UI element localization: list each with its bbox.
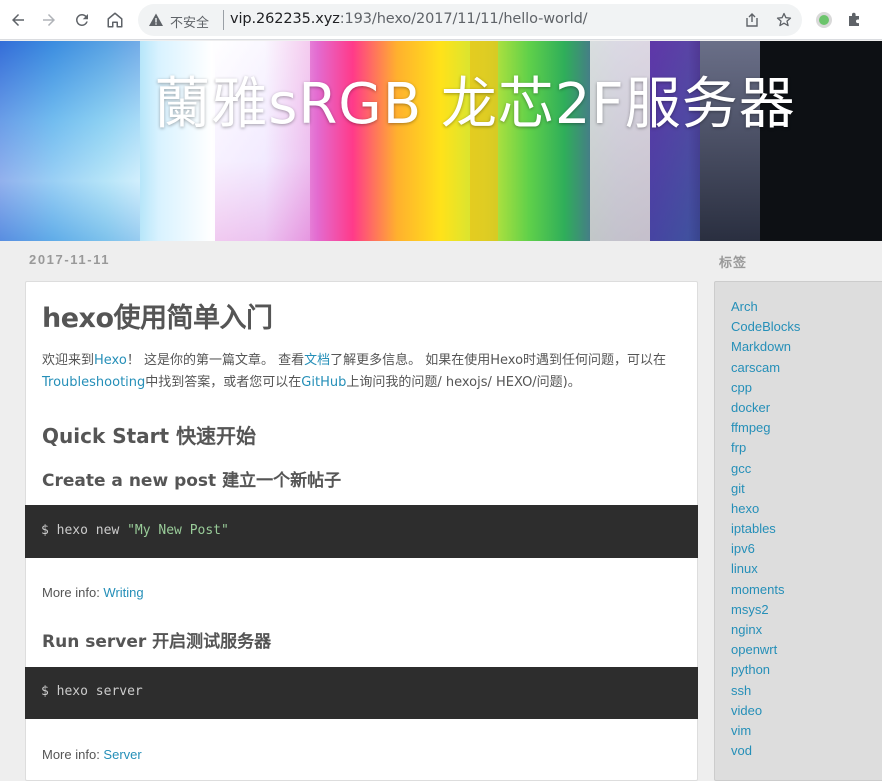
tag-link[interactable]: frp: [731, 440, 746, 455]
tag-link[interactable]: hexo: [731, 501, 759, 516]
tag-item: CodeBlocks: [731, 317, 800, 337]
reload-icon: [75, 13, 88, 26]
tag-link[interactable]: vim: [731, 723, 751, 738]
code-command: $ hexo new: [41, 523, 128, 538]
tag-link[interactable]: msys2: [731, 602, 769, 617]
tag-link[interactable]: Arch: [731, 299, 758, 314]
url-text[interactable]: vip.262235.xyz:193/hexo/2017/11/11/hello…: [230, 11, 588, 27]
heading-quick-start: Quick Start 快速开始: [42, 424, 257, 448]
intro-text: 中找到答案，或者您可以在: [145, 375, 302, 390]
hexo-link[interactable]: Hexo: [94, 353, 127, 368]
tag-link[interactable]: moments: [731, 582, 784, 597]
puzzle-extensions-icon[interactable]: [845, 10, 865, 30]
forward-button[interactable]: [37, 8, 61, 32]
browser-toolbar: 不安全 vip.262235.xyz:193/hexo/2017/11/11/h…: [0, 0, 882, 40]
share-icon[interactable]: [744, 12, 760, 28]
tag-item: hexo: [731, 499, 800, 519]
tag-item: video: [731, 701, 800, 721]
tag-item: Arch: [731, 297, 800, 317]
more-info-server: More info: Server: [42, 747, 142, 762]
tag-link[interactable]: ssh: [731, 683, 751, 698]
tag-item: vim: [731, 721, 800, 741]
post-date[interactable]: 2017-11-11: [29, 252, 110, 267]
site-header-banner: 蘭雅sRGB 龙芯2F服务器: [0, 41, 882, 241]
tag-link[interactable]: git: [731, 481, 745, 496]
tag-item: msys2: [731, 600, 800, 620]
server-link[interactable]: Server: [103, 747, 141, 762]
tag-link[interactable]: linux: [731, 561, 758, 576]
heading-run-server: Run server 开启测试服务器: [42, 632, 272, 652]
warning-icon: [149, 13, 163, 26]
tag-item: linux: [731, 559, 800, 579]
tag-link[interactable]: ipv6: [731, 541, 755, 556]
tag-link[interactable]: ffmpeg: [731, 420, 771, 435]
tag-link[interactable]: video: [731, 703, 762, 718]
code-string: "My New Post": [127, 523, 229, 538]
docs-link[interactable]: 文档: [304, 353, 330, 368]
post-intro: 欢迎来到Hexo！ 这是你的第一篇文章。 查看文档了解更多信息。 如果在使用He…: [42, 350, 687, 394]
bookmark-star-icon[interactable]: [776, 12, 792, 28]
post-title[interactable]: hexo使用简单入门: [42, 296, 273, 335]
intro-text: 了解更多信息。 如果在使用Hexo时遇到任何问题，可以在: [330, 353, 667, 368]
tag-item: ffmpeg: [731, 418, 800, 438]
home-icon: [107, 12, 123, 28]
post-article: hexo使用简单入门 欢迎来到Hexo！ 这是你的第一篇文章。 查看文档了解更多…: [25, 281, 698, 781]
tag-item: iptables: [731, 519, 800, 539]
tag-list-widget: Arch CodeBlocks Markdown carscam cpp docker ff…: [714, 281, 882, 781]
writing-link[interactable]: Writing: [103, 585, 143, 600]
tag-link[interactable]: Markdown: [731, 339, 791, 354]
intro-text: ！ 这是你的第一篇文章。 查看: [126, 353, 305, 368]
tag-item: cpp: [731, 378, 800, 398]
tag-item: carscam: [731, 358, 800, 378]
arrow-right-icon: [43, 14, 55, 26]
site-title[interactable]: 蘭雅sRGB 龙芯2F服务器: [0, 59, 882, 140]
insecure-label[interactable]: 不安全: [170, 12, 209, 31]
tag-item: git: [731, 479, 800, 499]
tag-link[interactable]: docker: [731, 400, 770, 415]
tag-link[interactable]: CodeBlocks: [731, 319, 800, 334]
tag-link[interactable]: openwrt: [731, 642, 777, 657]
home-button[interactable]: [103, 8, 127, 32]
arrow-left-icon: [12, 14, 24, 26]
tag-item: ipv6: [731, 539, 800, 559]
tag-link[interactable]: cpp: [731, 380, 752, 395]
tag-item: ssh: [731, 681, 800, 701]
tag-link[interactable]: python: [731, 662, 770, 677]
tag-item: gcc: [731, 459, 800, 479]
troubleshooting-link[interactable]: Troubleshooting: [42, 375, 145, 390]
tag-link[interactable]: carscam: [731, 360, 780, 375]
tag-list: Arch CodeBlocks Markdown carscam cpp docker ff…: [731, 297, 800, 761]
sidebar-title: 标签: [719, 256, 748, 271]
intro-text: 欢迎来到: [42, 353, 95, 368]
back-button[interactable]: [6, 8, 30, 32]
url-host: vip.262235.xyz: [230, 11, 340, 27]
tag-item: docker: [731, 398, 800, 418]
reload-button[interactable]: [70, 8, 94, 32]
url-path: :193/hexo/2017/11/11/hello-world/: [339, 11, 588, 27]
tag-item: vod: [731, 741, 800, 761]
intro-text: 上询问我的问题/ hexojs/ HEXO/问题)。: [346, 375, 581, 390]
tag-item: moments: [731, 580, 800, 600]
heading-create-post: Create a new post 建立一个新帖子: [42, 471, 342, 491]
code-block-server: $ hexo server: [25, 667, 698, 719]
tag-item: python: [731, 660, 800, 680]
tag-link[interactable]: nginx: [731, 622, 762, 637]
tag-link[interactable]: iptables: [731, 521, 776, 536]
tag-item: Markdown: [731, 337, 800, 357]
tag-item: frp: [731, 438, 800, 458]
address-separator: [223, 10, 224, 30]
more-info-label: More info:: [42, 747, 104, 762]
address-bar[interactable]: 不安全 vip.262235.xyz:193/hexo/2017/11/11/h…: [138, 4, 802, 36]
code-block-new-post: $ hexo new "My New Post": [25, 505, 698, 558]
tag-item: nginx: [731, 620, 800, 640]
more-info-writing: More info: Writing: [42, 585, 144, 600]
tag-item: openwrt: [731, 640, 800, 660]
tag-link[interactable]: gcc: [731, 461, 751, 476]
github-link[interactable]: GitHub: [301, 375, 346, 390]
code-command: $ hexo server: [41, 684, 143, 699]
tag-link[interactable]: vod: [731, 743, 752, 758]
extension-status-icon[interactable]: [814, 10, 834, 30]
more-info-label: More info:: [42, 585, 104, 600]
